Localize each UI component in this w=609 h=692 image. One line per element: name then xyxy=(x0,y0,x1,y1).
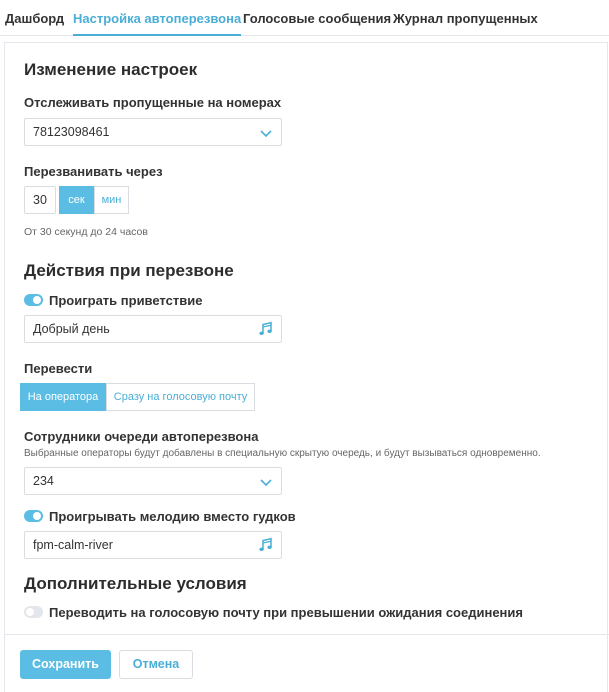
track-numbers-select[interactable]: 78123098461 xyxy=(24,118,282,146)
tab-autocallback-settings[interactable]: Настройка автоперезвона xyxy=(73,11,242,36)
queue-employees-hint: Выбранные операторы будут добавлены в сп… xyxy=(24,448,541,459)
save-button[interactable]: Сохранить xyxy=(20,650,111,679)
melody-toggle[interactable] xyxy=(24,510,43,522)
extra-conditions-title: Дополнительные условия xyxy=(24,574,247,593)
cancel-button[interactable]: Отмена xyxy=(119,650,193,679)
unit-seconds-button[interactable]: сек xyxy=(59,186,94,214)
music-note-icon[interactable] xyxy=(258,537,274,553)
melody-toggle-label: Проигрывать мелодию вместо гудков xyxy=(49,509,296,524)
greeting-toggle-row: Проиграть приветствие xyxy=(24,293,324,309)
melody-audio-value: fpm-calm-river xyxy=(33,538,113,552)
callback-delay-input[interactable]: 30 xyxy=(24,186,56,214)
melody-toggle-row: Проигрывать мелодию вместо гудков xyxy=(24,509,344,525)
tab-voice-messages[interactable]: Голосовые сообщения xyxy=(243,11,391,36)
settings-panel: Изменение настроек Отслеживать пропущенн… xyxy=(4,42,609,692)
settings-section-title: Изменение настроек xyxy=(24,60,198,79)
voicemail-toggle-label: Переводить на голосовую почту при превыш… xyxy=(49,605,523,620)
footer-divider xyxy=(5,634,609,635)
queue-employees-label: Сотрудники очереди автоперезвона xyxy=(24,429,259,444)
tab-missed-calls-log[interactable]: Журнал пропущенных xyxy=(393,11,538,36)
queue-employees-select[interactable]: 234 xyxy=(24,467,282,495)
melody-audio-field[interactable]: fpm-calm-river xyxy=(24,531,282,559)
actions-section-title: Действия при перезвоне xyxy=(24,261,234,280)
transfer-operator-button[interactable]: На оператора xyxy=(20,383,106,411)
unit-minutes-button[interactable]: мин xyxy=(94,186,129,214)
callback-delay-hint: От 30 секунд до 24 часов xyxy=(24,226,148,238)
transfer-label: Перевести xyxy=(24,361,93,376)
greeting-toggle[interactable] xyxy=(24,294,43,306)
track-numbers-label: Отслеживать пропущенные на номерах xyxy=(24,95,282,110)
tab-bar: Дашборд Настройка автоперезвона Голосовы… xyxy=(0,0,609,36)
queue-employees-value: 234 xyxy=(33,474,54,488)
tab-dashboard[interactable]: Дашборд xyxy=(5,11,64,36)
voicemail-toggle-row: Переводить на голосовую почту при превыш… xyxy=(24,605,544,621)
greeting-audio-field[interactable]: Добрый день xyxy=(24,315,282,343)
callback-delay-label: Перезванивать через xyxy=(24,164,163,179)
track-numbers-value: 78123098461 xyxy=(33,125,110,139)
chevron-down-icon xyxy=(260,130,272,138)
greeting-toggle-label: Проиграть приветствие xyxy=(49,293,203,308)
chevron-down-icon xyxy=(260,479,272,487)
voicemail-toggle[interactable] xyxy=(24,606,43,618)
greeting-audio-value: Добрый день xyxy=(33,322,110,336)
transfer-voicemail-button[interactable]: Сразу на голосовую почту xyxy=(106,383,255,411)
music-note-icon[interactable] xyxy=(258,321,274,337)
